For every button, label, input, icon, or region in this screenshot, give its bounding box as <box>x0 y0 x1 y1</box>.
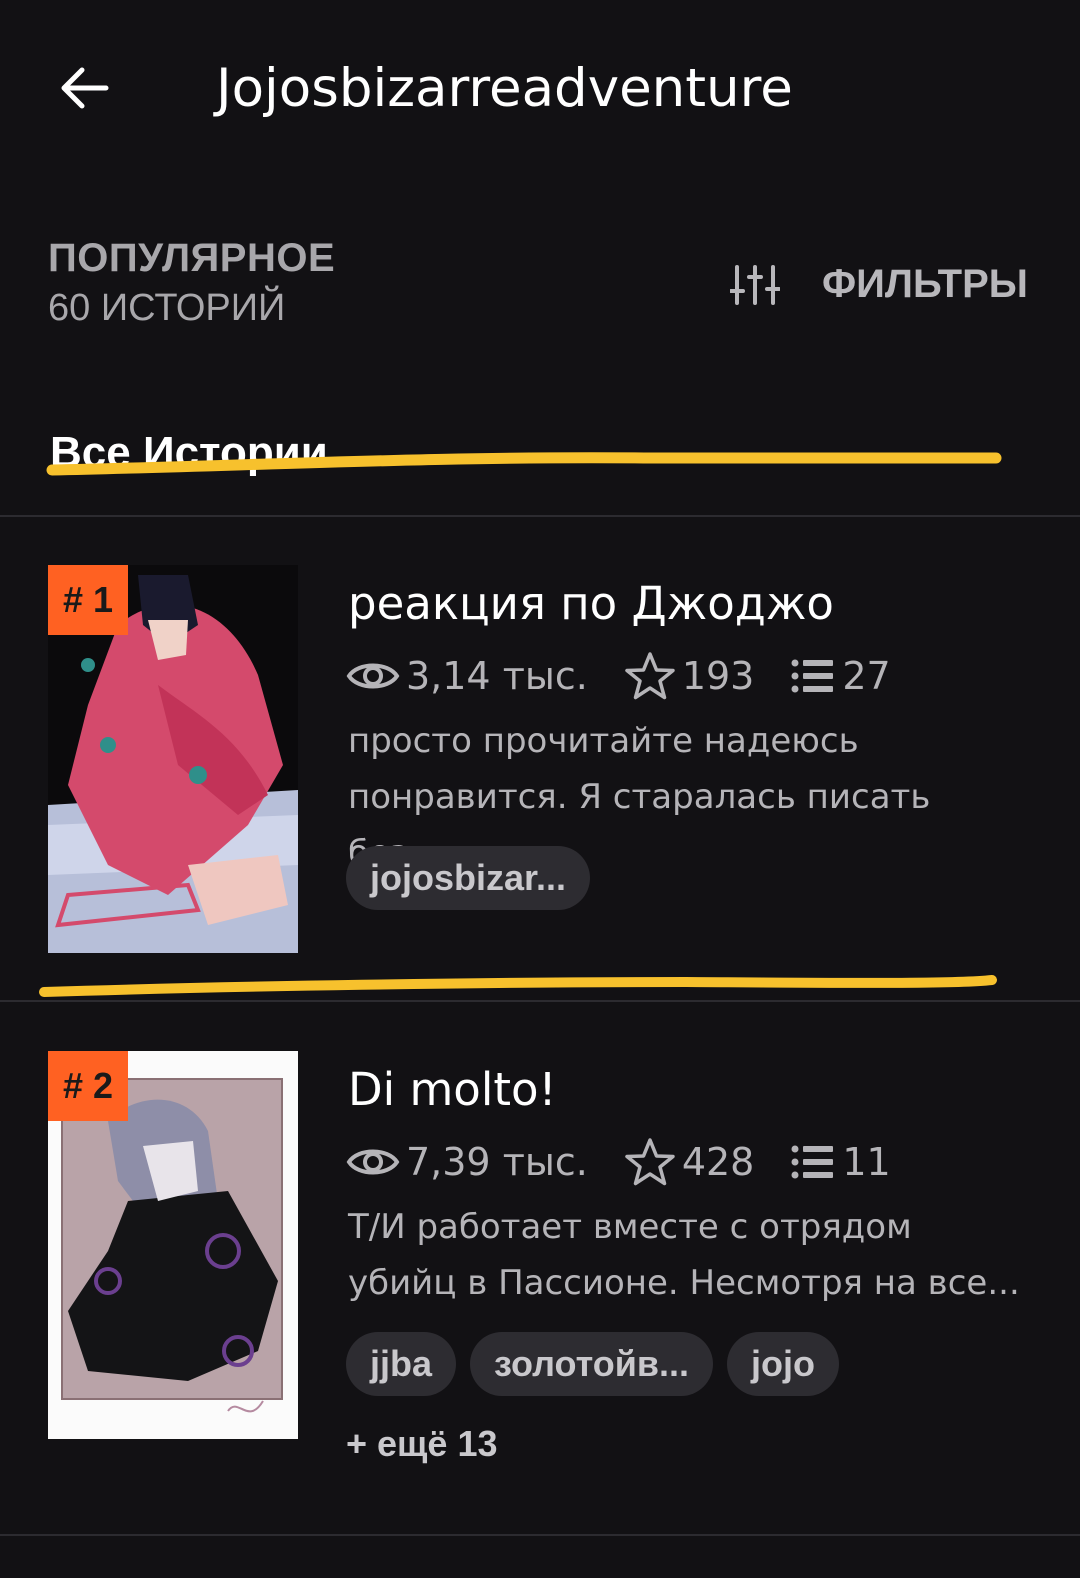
tag-chip[interactable]: золотойв... <box>470 1332 714 1396</box>
divider <box>0 1000 1080 1002</box>
parts-count: 27 <box>842 654 891 698</box>
views-count: 7,39 тыс. <box>406 1140 588 1184</box>
story-count: 60 ИСТОРИЙ <box>48 287 286 329</box>
arrow-left-icon <box>61 67 109 109</box>
app-header: Jojosbizarreadventure <box>0 0 1080 180</box>
views-stat: 3,14 тыс. <box>346 654 588 698</box>
divider <box>0 515 1080 517</box>
list-icon <box>791 659 834 693</box>
eye-icon <box>346 1149 400 1175</box>
page-title: Jojosbizarreadventure <box>216 58 793 119</box>
story-title[interactable]: реакция по Джоджо <box>348 577 834 630</box>
story-card[interactable]: # 2 Di molto! 7,39 тыс. 428 11 Т/И работ… <box>0 1051 1080 1464</box>
story-cover[interactable]: # 2 <box>48 1051 298 1439</box>
parts-count: 11 <box>842 1140 891 1184</box>
story-description: Т/И работает вместе с отрядом убийц в Па… <box>348 1199 1028 1311</box>
story-stats: 3,14 тыс. 193 27 <box>346 651 927 701</box>
divider <box>0 1534 1080 1536</box>
tag-chip[interactable]: jojosbizar... <box>346 846 591 910</box>
more-tags-link[interactable]: + ещё 13 <box>346 1423 498 1465</box>
description-line: Т/И работает вместе с отрядом <box>348 1207 912 1247</box>
description-line: просто прочитайте надеюсь <box>348 721 859 761</box>
votes-stat: 193 <box>624 651 755 701</box>
eye-icon <box>346 663 400 689</box>
votes-count: 193 <box>681 654 755 698</box>
description-line: убийц в Пассионе. Несмотря на все... <box>348 1263 1020 1303</box>
parts-stat: 11 <box>790 1140 891 1184</box>
rank-badge: # 2 <box>48 1051 128 1121</box>
parts-stat: 27 <box>790 654 891 698</box>
star-icon <box>625 652 675 700</box>
rank-badge: # 1 <box>48 565 128 635</box>
tag-list: jojosbizar... <box>346 846 604 910</box>
tag-list: jjba золотойв... jojo <box>346 1332 853 1396</box>
views-count: 3,14 тыс. <box>406 654 588 698</box>
story-cover[interactable]: # 1 <box>48 565 298 953</box>
list-icon <box>791 1145 834 1179</box>
highlight-underline <box>46 452 1002 476</box>
back-button[interactable] <box>52 56 116 120</box>
story-card[interactable]: # 1 реакция по Джоджо 3,14 тыс. 193 27 п… <box>0 565 1080 965</box>
filters-button[interactable]: ФИЛЬТРЫ <box>730 262 1028 307</box>
sort-label: ПОПУЛЯРНОЕ <box>48 236 336 280</box>
votes-count: 428 <box>681 1140 755 1184</box>
star-icon <box>625 1138 675 1186</box>
tag-chip[interactable]: jjba <box>346 1332 457 1396</box>
votes-stat: 428 <box>624 1137 755 1187</box>
story-title[interactable]: Di molto! <box>348 1063 557 1116</box>
sliders-icon <box>730 264 780 305</box>
highlight-underline <box>39 975 997 997</box>
tag-chip[interactable]: jojo <box>727 1332 839 1396</box>
filters-label: ФИЛЬТРЫ <box>822 262 1028 306</box>
views-stat: 7,39 тыс. <box>346 1140 588 1184</box>
sort-info: ПОПУЛЯРНОЕ 60 ИСТОРИЙ <box>48 236 335 330</box>
story-stats: 7,39 тыс. 428 11 <box>346 1137 927 1187</box>
